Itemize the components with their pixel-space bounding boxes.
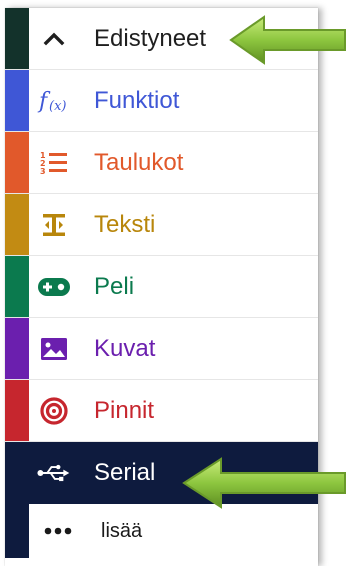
svg-text:3: 3 <box>40 167 46 176</box>
usb-icon <box>37 456 71 490</box>
list-icon: 1 2 3 <box>37 146 71 180</box>
gamepad-icon <box>37 270 71 304</box>
category-funktiot[interactable]: f (x) Funktiot <box>5 70 318 132</box>
category-stripe <box>5 70 29 131</box>
category-label: Pinnit <box>94 396 155 424</box>
image-icon <box>37 332 71 366</box>
toolbox-screenshot: Edistyneet f (x) Funktiot 1 2 3 Taulukot… <box>0 0 347 566</box>
subcategory-label: lisää <box>101 520 143 542</box>
annotation-arrow-edistyneet <box>229 15 346 65</box>
category-stripe <box>5 194 29 255</box>
category-peli[interactable]: Peli <box>5 256 318 318</box>
chevron-up-icon <box>37 22 71 56</box>
category-stripe <box>5 442 29 504</box>
more-dots-icon <box>41 514 75 548</box>
category-stripe <box>5 318 29 379</box>
category-pinnit[interactable]: Pinnit <box>5 380 318 442</box>
category-label: Edistyneet <box>94 24 207 52</box>
text-icon <box>37 208 71 242</box>
category-label: Kuvat <box>94 334 156 362</box>
subcategory-more[interactable]: lisää <box>5 504 318 558</box>
category-taulukot[interactable]: 1 2 3 Taulukot <box>5 132 318 194</box>
category-kuvat[interactable]: Kuvat <box>5 318 318 380</box>
function-icon: f (x) <box>37 84 71 118</box>
category-label: Serial <box>94 459 156 486</box>
category-stripe <box>5 8 29 69</box>
svg-text:(x): (x) <box>49 99 66 114</box>
category-label: Funktiot <box>94 86 180 114</box>
category-label: Peli <box>94 272 135 300</box>
category-label: Taulukot <box>94 148 184 176</box>
category-label: Teksti <box>94 210 156 238</box>
annotation-arrow-serial <box>182 457 346 509</box>
serial-subcategories: lisää <box>5 504 318 558</box>
category-stripe <box>5 380 29 441</box>
category-teksti[interactable]: Teksti <box>5 194 318 256</box>
category-stripe <box>5 256 29 317</box>
category-stripe <box>5 132 29 193</box>
target-icon <box>37 394 71 428</box>
